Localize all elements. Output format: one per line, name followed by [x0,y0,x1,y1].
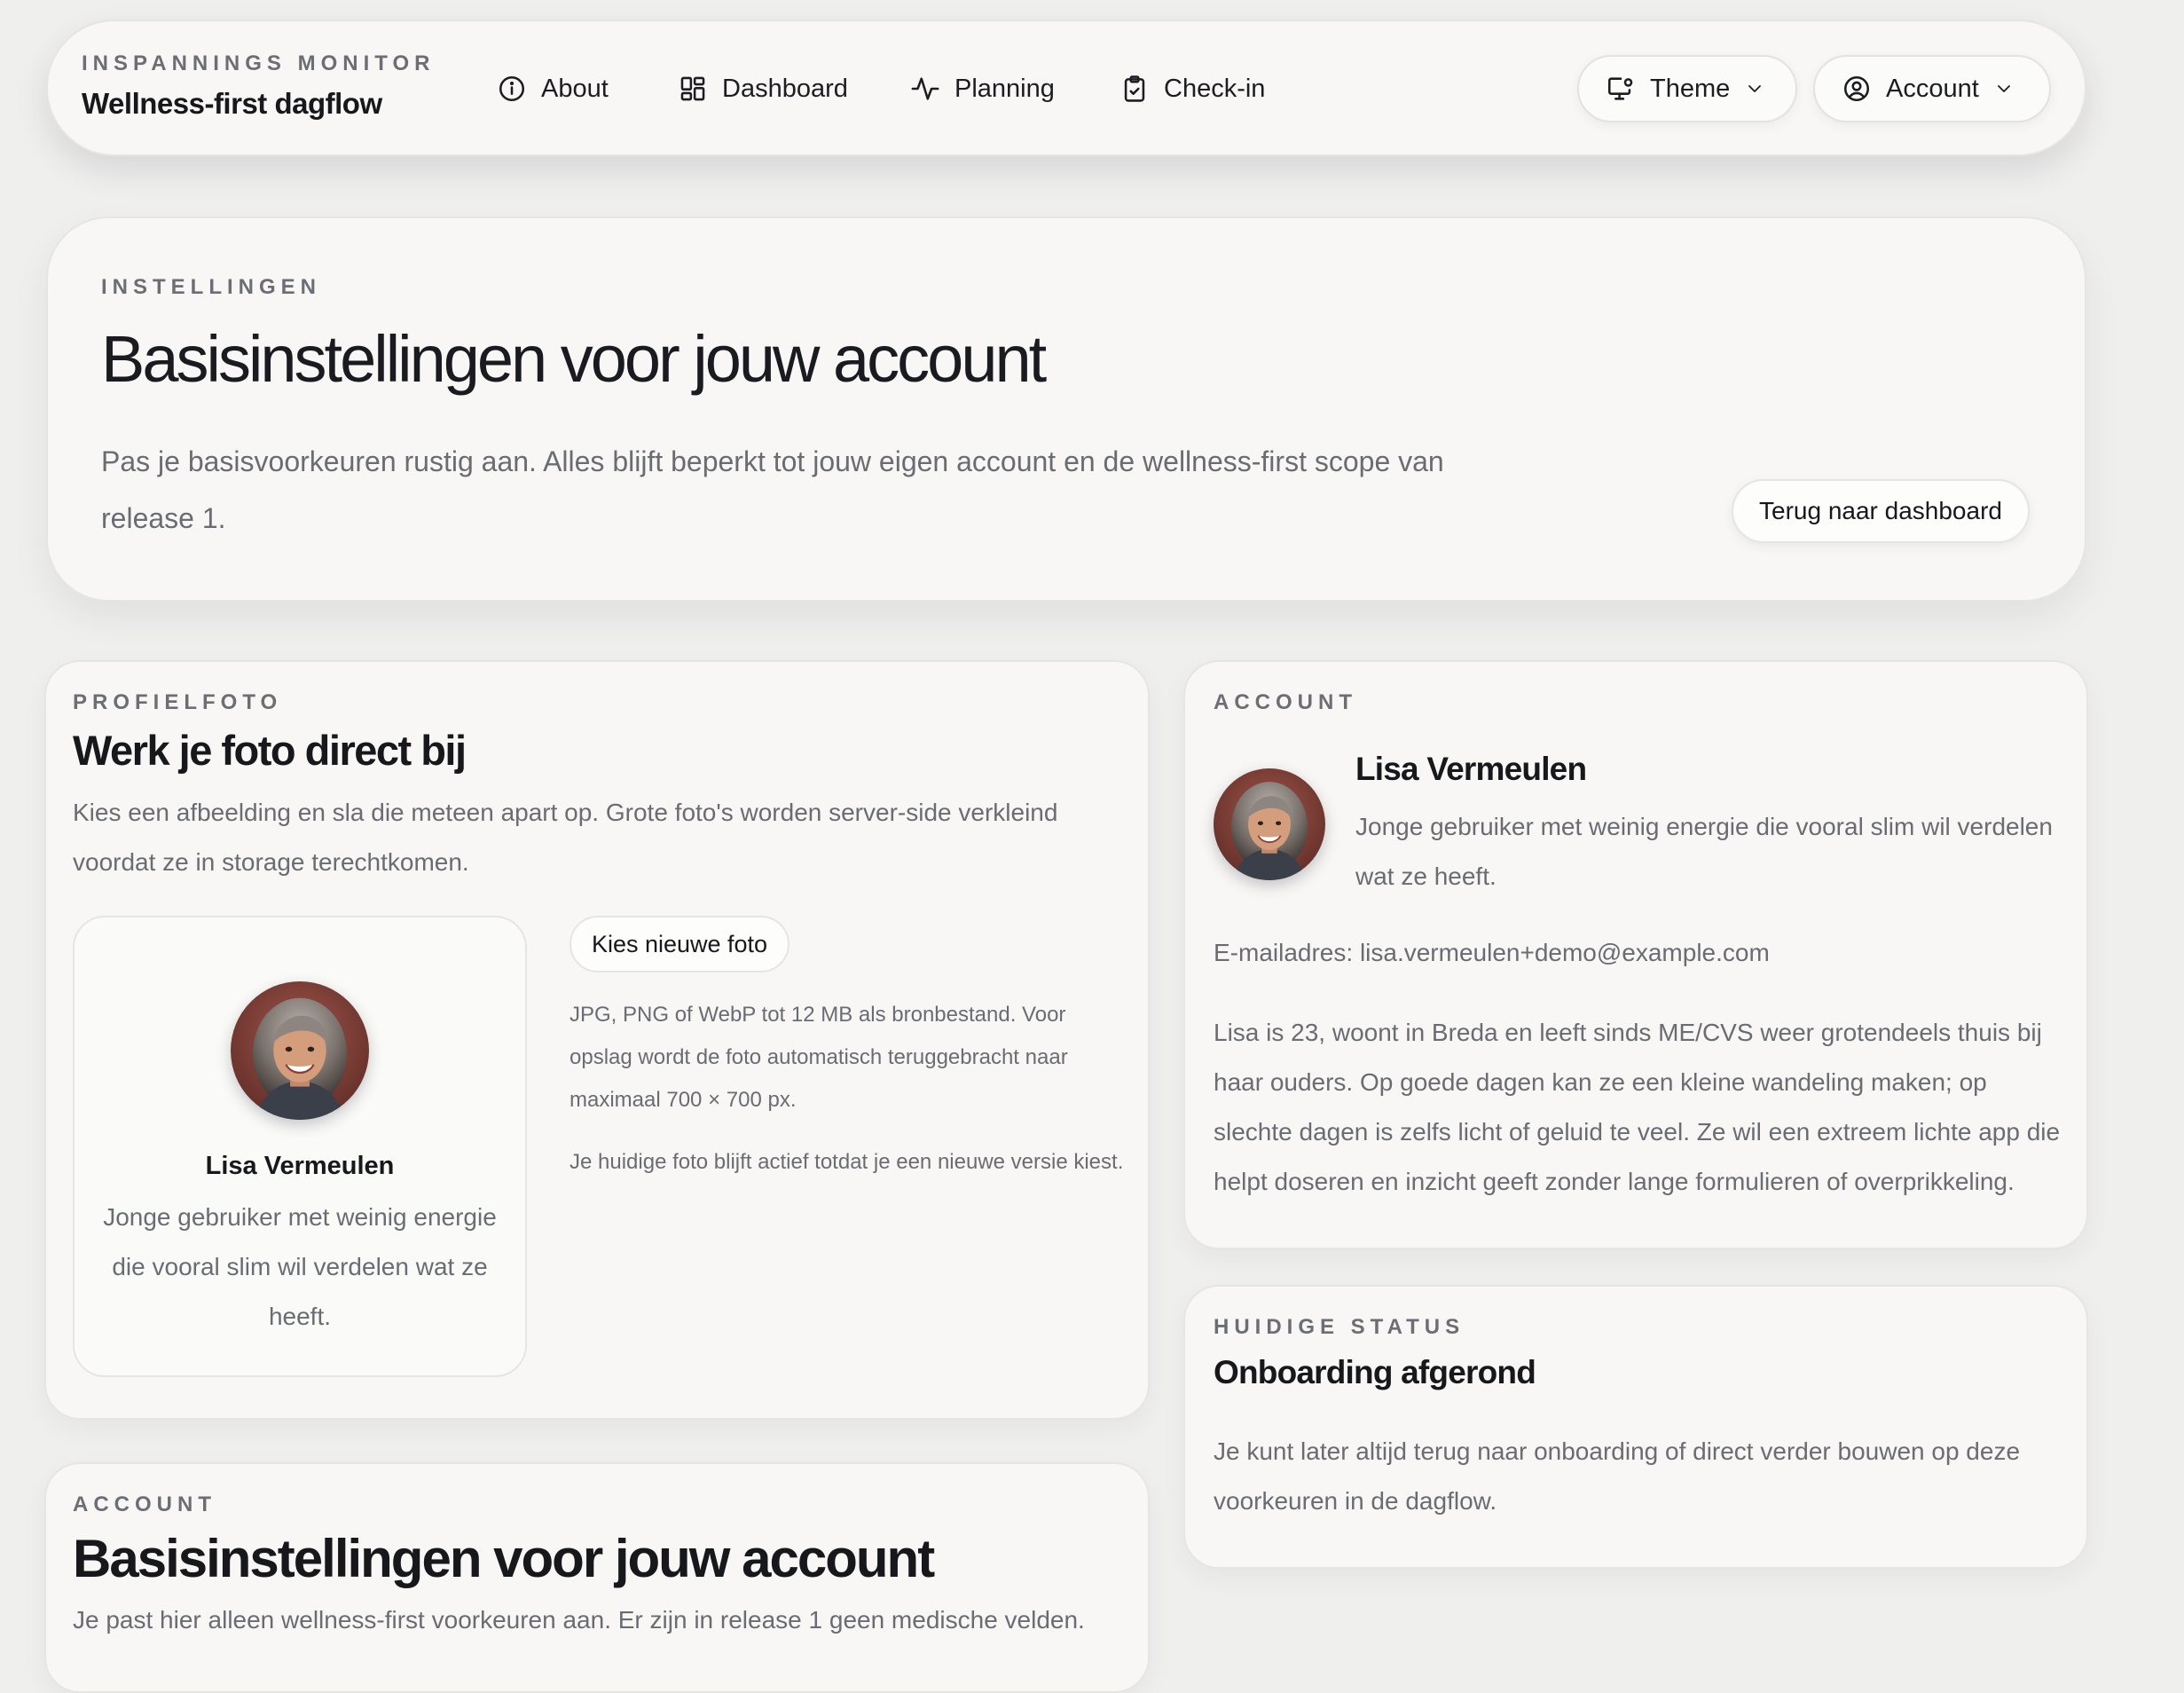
theme-label: Theme [1650,74,1731,103]
nav-item-planning[interactable]: Planning [910,71,1055,106]
account-avatar [1214,768,1325,880]
account-photo [1214,768,1325,880]
page-title: Basisinstellingen voor jouw account [101,322,1047,396]
nav-item-dashboard[interactable]: Dashboard [678,71,848,106]
profile-avatar [231,981,369,1120]
nav-item-check-in[interactable]: Check-in [1119,71,1265,106]
nav-item-label: Planning [955,74,1055,103]
photo-card-title: Werk je foto direct bij [73,727,467,774]
preview-bio: Jonge gebruiker met weinig energie die v… [103,1203,497,1330]
brand-name[interactable]: Wellness-first dagflow [82,87,382,121]
user-circle-icon [1843,75,1870,102]
info-icon [499,75,525,102]
back-to-dashboard-button[interactable]: Terug naar dashboard [1732,479,2030,543]
account-card-eyebrow: ACCOUNT [1214,690,1357,714]
preview-name: Lisa Vermeulen [205,1152,395,1180]
photo-card-eyebrow: PROFIELFOTO [73,690,283,714]
photo-card-description: Kies een afbeelding en sla die meteen ap… [73,799,1058,876]
current-photo-note: Je huidige foto blijft actief totdat je … [570,1150,1124,1174]
status-description: Je kunt later altijd terug naar onboardi… [1214,1437,2021,1515]
account-name: Lisa Vermeulen [1355,751,1587,787]
status-title: Onboarding afgerond [1214,1354,1536,1390]
status-card-eyebrow: HUIDIGE STATUS [1214,1315,1465,1339]
grid-icon [680,76,705,101]
nav-item-label: Dashboard [722,74,848,103]
monitor-settings-icon [1607,77,1633,100]
hero-description: Pas je basisvoorkeuren rustig aan. Alles… [101,445,1444,534]
hero-eyebrow: INSTELLINGEN [101,275,322,299]
nav-item-label: Check-in [1164,74,1266,103]
choose-new-photo-button[interactable]: Kies nieuwe foto [570,916,790,972]
account-story: Lisa is 23, woont in Breda en leeft sind… [1214,1019,2061,1195]
account-bio: Jonge gebruiker met weinig energie die v… [1355,813,2053,890]
photo-requirements-text: JPG, PNG of WebP tot 12 MB als bronbesta… [570,1003,1068,1112]
chevron-down-icon [1748,85,1762,92]
settings-card-title: Basisinstellingen voor jouw account [73,1529,935,1588]
brand-eyebrow: INSPANNINGS MONITOR [82,51,436,75]
clipboard-icon [1124,75,1145,102]
settings-card-eyebrow: ACCOUNT [73,1492,216,1516]
chevron-down-icon [1997,85,2010,92]
account-email: E-mailadres: lisa.vermeulen+demo@example… [1214,939,1770,966]
account-dropdown-button[interactable]: Account [1813,55,2051,122]
profile-photo [231,981,369,1120]
nav-item-label: About [541,74,609,103]
theme-dropdown-button[interactable]: Theme [1577,55,1797,122]
account-label: Account [1886,74,1979,103]
activity-icon [911,77,939,100]
nav-item-about[interactable]: About [497,71,609,106]
settings-card-description: Je past hier alleen wellness-first voork… [73,1606,1085,1634]
